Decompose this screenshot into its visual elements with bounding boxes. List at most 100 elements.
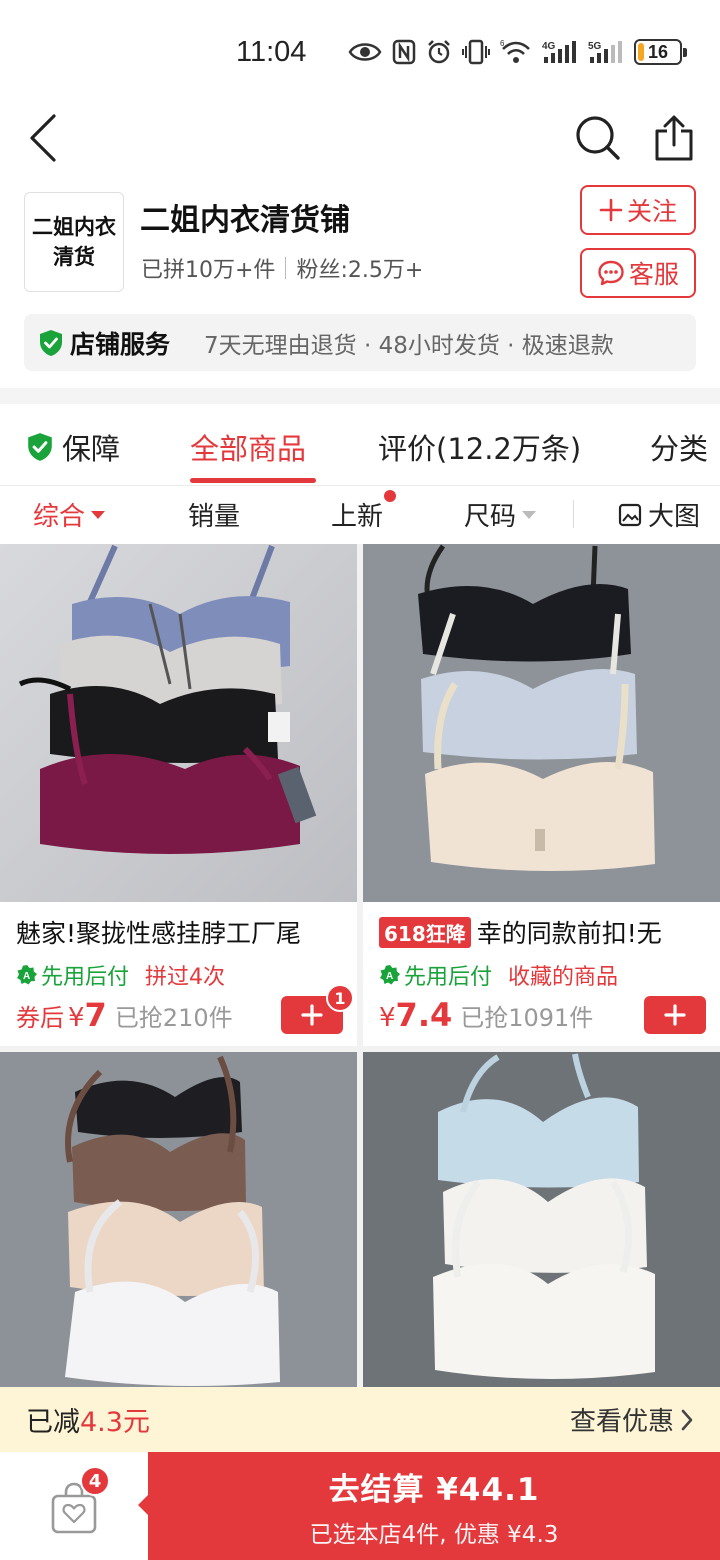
sort-sales-label: 销量 xyxy=(188,502,241,532)
tab-guarantee[interactable]: 保障 xyxy=(26,426,120,468)
top-nav xyxy=(0,100,720,180)
tab-all-products[interactable]: 全部商品 xyxy=(190,426,306,468)
product-card[interactable]: 魅家!聚拢性感挂脖工厂尾 A 先用后付 拼过4次 券后 ¥ 7 已抢210件 1 xyxy=(0,544,357,1046)
add-to-cart-button[interactable] xyxy=(644,996,706,1034)
service-title: 店铺服务 xyxy=(70,329,171,359)
view-discount-link[interactable]: 查看优惠 xyxy=(570,1401,694,1438)
checkout-summary: 已选本店4件, 优惠 ¥4.3 xyxy=(309,1521,559,1548)
caret-down-icon xyxy=(91,510,106,519)
battery-level: 16 xyxy=(647,41,669,62)
tab-guarantee-label: 保障 xyxy=(62,432,121,466)
plus-icon xyxy=(664,1004,686,1026)
pay-later-badge: A 先用后付 xyxy=(16,959,129,991)
new-dot-indicator xyxy=(384,490,396,502)
wifi-icon: 6 xyxy=(500,39,530,63)
product-image xyxy=(363,544,720,902)
pay-later-icon: A xyxy=(380,965,400,985)
tab-category[interactable]: 分类 xyxy=(650,426,708,468)
battery-icon: 16 xyxy=(634,39,687,65)
product-promo: 拼过4次 xyxy=(145,965,226,990)
search-button[interactable] xyxy=(572,112,624,164)
shop-stats: 已拼10万+件 粉丝:2.5万+ xyxy=(141,252,423,284)
chevron-left-icon xyxy=(30,114,56,162)
product-title: 魅家!聚拢性感挂脖工厂尾 xyxy=(16,919,302,948)
signal-4g-icon: 4G xyxy=(542,41,576,63)
shop-name: 二姐内衣清货铺 xyxy=(140,203,350,238)
follow-label: 关注 xyxy=(626,197,677,226)
share-button[interactable] xyxy=(648,112,700,164)
sort-new[interactable]: 上新 xyxy=(331,496,383,533)
chevron-right-icon xyxy=(681,1409,693,1430)
sort-new-label: 上新 xyxy=(331,502,384,532)
signal-5g-icon: 5G xyxy=(588,41,622,63)
tab-reviews-label: 评价(12.2万条) xyxy=(378,432,582,466)
shop-logo[interactable]: 二姐内衣清货 xyxy=(24,192,124,292)
product-image xyxy=(363,1052,720,1392)
svg-text:4G: 4G xyxy=(542,41,556,52)
svg-text:5G: 5G xyxy=(588,41,602,52)
status-time: 11:04 xyxy=(236,36,307,68)
svg-text:A: A xyxy=(23,971,30,982)
product-image xyxy=(0,1052,357,1392)
follow-button[interactable]: 关注 xyxy=(580,185,696,235)
product-sold: 已抢210件 xyxy=(114,1004,233,1032)
battery-fill xyxy=(638,43,644,61)
plus-icon xyxy=(599,198,623,222)
cart-count-badge: 4 xyxy=(80,1466,110,1496)
discount-bar: 已减4.3元 查看优惠 xyxy=(0,1387,720,1452)
checkout-button[interactable]: 去结算 ¥44.1 已选本店4件, 优惠 ¥4.3 xyxy=(148,1452,720,1560)
share-icon xyxy=(655,115,693,161)
product-price: ¥ 7.4 已抢1091件 xyxy=(379,996,594,1034)
sort-default-label: 综合 xyxy=(33,502,86,532)
product-card[interactable]: 618狂降 幸的同款前扣!无 A 先用后付 收藏的商品 ¥ 7.4 已抢1091… xyxy=(363,544,720,1046)
chat-icon xyxy=(598,260,624,286)
shield-check-icon xyxy=(40,329,62,356)
vibrate-icon xyxy=(462,39,490,65)
sale-tag: 618狂降 xyxy=(379,916,471,948)
back-button[interactable] xyxy=(18,110,68,166)
tab-reviews[interactable]: 评价(12.2万条) xyxy=(378,426,581,468)
sort-default[interactable]: 综合 xyxy=(33,496,106,533)
product-meta: A 先用后付 收藏的商品 xyxy=(379,959,618,991)
product-meta: A 先用后付 拼过4次 xyxy=(16,959,225,991)
big-view-toggle[interactable]: 大图 xyxy=(618,496,700,533)
plus-icon xyxy=(301,1004,323,1026)
sort-size[interactable]: 尺码 xyxy=(464,496,537,533)
product-title: 618狂降 幸的同款前扣!无 xyxy=(379,914,709,950)
status-bar: 11:04 6 4G 5G 16 xyxy=(0,0,720,100)
cart-count-badge: 1 xyxy=(326,984,354,1012)
product-promo: 收藏的商品 xyxy=(508,965,619,990)
bottom-bar: 4 去结算 ¥44.1 已选本店4件, 优惠 ¥4.3 xyxy=(0,1452,720,1560)
product-sold: 已抢1091件 xyxy=(460,1004,594,1032)
sort-size-label: 尺码 xyxy=(464,502,517,532)
big-view-label: 大图 xyxy=(648,502,701,532)
sort-sales[interactable]: 销量 xyxy=(188,496,240,533)
eye-icon xyxy=(348,43,382,61)
image-view-icon xyxy=(618,503,642,526)
sort-bar: 综合 销量 上新 尺码 大图 xyxy=(0,486,720,544)
search-icon xyxy=(576,116,620,160)
svg-text:A: A xyxy=(386,971,393,982)
section-divider xyxy=(0,388,720,404)
pay-later-icon: A xyxy=(17,965,37,985)
discount-summary: 已减4.3元 xyxy=(26,1407,150,1438)
tab-category-label: 分类 xyxy=(650,432,709,466)
service-desc: 7天无理由退货 · 48小时发货 · 极速退款 xyxy=(204,332,614,359)
alarm-icon xyxy=(428,40,450,64)
shop-service-bar[interactable]: 店铺服务 7天无理由退货 · 48小时发货 · 极速退款 xyxy=(24,314,696,371)
checkout-total: 去结算 ¥44.1 xyxy=(328,1471,540,1508)
product-card[interactable] xyxy=(0,1052,357,1392)
nfc-icon xyxy=(392,39,416,65)
status-icons: 6 4G 5G 16 xyxy=(348,34,687,70)
active-tab-indicator xyxy=(190,478,316,483)
shop-page: 11:04 6 4G 5G 16 二姐内衣清货 二姐内衣清货铺 已拼10万+件 … xyxy=(0,0,720,1560)
service-label: 客服 xyxy=(628,260,679,289)
product-card[interactable] xyxy=(363,1052,720,1392)
svg-text:6: 6 xyxy=(500,39,505,48)
caret-down-icon xyxy=(522,510,537,519)
customer-service-button[interactable]: 客服 xyxy=(580,248,696,298)
product-image xyxy=(0,544,357,902)
sort-separator xyxy=(573,500,574,528)
tab-all-label: 全部商品 xyxy=(190,432,307,466)
product-price: 券后 ¥ 7 已抢210件 xyxy=(16,996,233,1034)
